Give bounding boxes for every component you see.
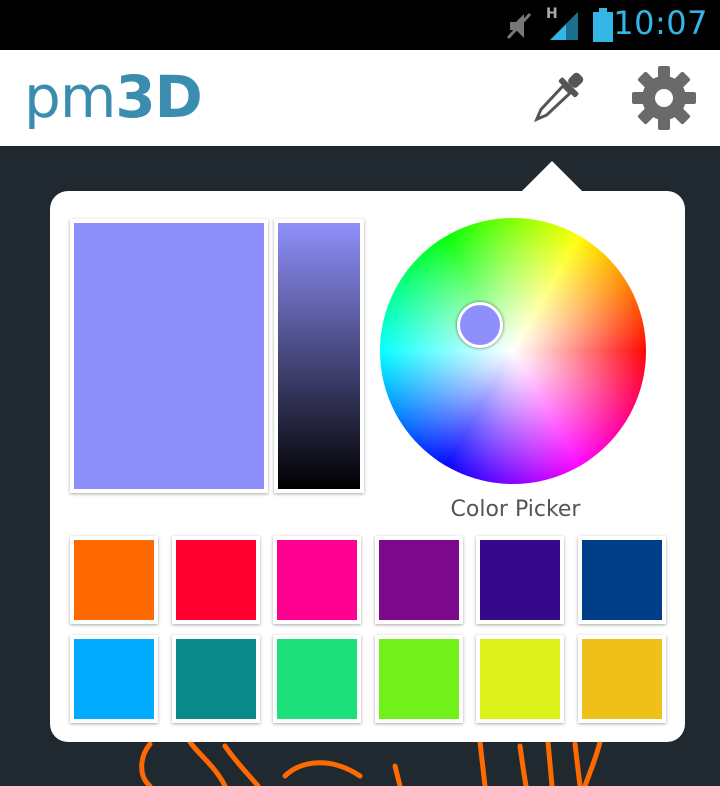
app-bar: pm3D: [0, 50, 720, 146]
logo-bold-text: 3D: [115, 63, 203, 131]
preview-fill: [74, 223, 264, 489]
selected-color-preview: [70, 219, 268, 493]
color-swatch[interactable]: [171, 635, 260, 723]
color-swatch[interactable]: [374, 635, 463, 723]
color-swatch[interactable]: [374, 536, 463, 624]
color-swatch[interactable]: [273, 536, 361, 624]
color-swatch[interactable]: [273, 635, 361, 723]
color-swatch[interactable]: [577, 536, 666, 624]
color-swatch[interactable]: [70, 536, 158, 624]
logo-light-text: pm: [24, 63, 116, 131]
color-picker-popup: Color Picker: [50, 191, 685, 742]
color-swatch[interactable]: [476, 635, 564, 723]
saturation-overlay: [380, 218, 646, 484]
color-swatch[interactable]: [171, 536, 260, 624]
brightness-gradient: [278, 223, 360, 489]
settings-gear-icon[interactable]: [630, 64, 698, 132]
eyedropper-icon[interactable]: [524, 64, 592, 132]
status-bar: H 10:07: [0, 0, 720, 50]
clock: 10:07: [613, 4, 708, 42]
color-wheel[interactable]: [380, 218, 646, 484]
color-swatch[interactable]: [476, 536, 564, 624]
popup-pointer: [521, 161, 583, 192]
network-type-label: H: [546, 6, 558, 22]
mute-icon: [506, 12, 532, 40]
color-picker-label: Color Picker: [450, 497, 581, 522]
battery-icon: [593, 8, 613, 42]
color-swatch[interactable]: [70, 635, 158, 723]
color-swatch[interactable]: [577, 635, 666, 723]
brightness-slider[interactable]: [274, 219, 364, 493]
app-logo: pm3D: [24, 63, 203, 131]
color-wheel-handle[interactable]: [457, 302, 503, 348]
